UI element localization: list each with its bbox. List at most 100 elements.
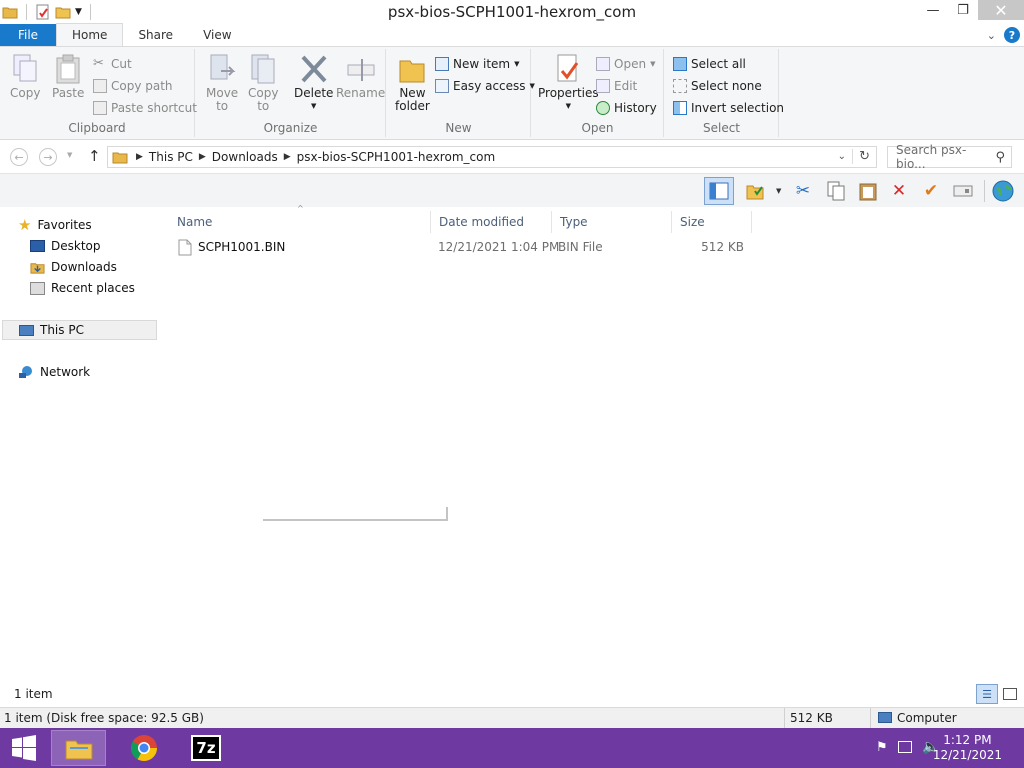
tab-share[interactable]: Share: [123, 24, 188, 46]
copy-path-icon: [93, 79, 107, 93]
action-center-flag-icon[interactable]: ⚑: [876, 740, 888, 755]
new-item-button[interactable]: New item ▼: [435, 55, 520, 73]
computer-icon: [878, 712, 892, 723]
address-dropdown-icon[interactable]: ⌄: [838, 151, 846, 162]
cut-label: Cut: [111, 57, 132, 71]
status-divider: [870, 708, 871, 729]
delete-label: Delete: [294, 86, 334, 100]
desktop-icon: [30, 240, 45, 252]
checkmark-icon: ✔: [923, 181, 939, 201]
history-button[interactable]: History: [596, 99, 657, 117]
seven-zip-label: 7z: [196, 739, 216, 757]
expand-ribbon-icon[interactable]: ⌄: [987, 29, 996, 42]
delete-button[interactable]: Delete ▼: [294, 53, 333, 113]
cut-button[interactable]: ✂ Cut: [93, 55, 132, 73]
edit-icon: [596, 79, 610, 93]
column-header-name[interactable]: Name: [169, 211, 431, 233]
tab-file[interactable]: File: [0, 24, 56, 46]
paste-button[interactable]: Paste: [52, 53, 84, 100]
nav-this-pc[interactable]: This PC: [2, 320, 157, 340]
paste-toolbar-button[interactable]: [857, 180, 879, 202]
copy-toolbar-button[interactable]: [825, 180, 847, 202]
close-button[interactable]: ✕: [978, 0, 1024, 20]
forward-button[interactable]: →: [39, 148, 57, 166]
move-to-button[interactable]: Move to: [206, 53, 238, 113]
up-arrow-icon[interactable]: ↑: [88, 147, 101, 165]
nav-recent-places[interactable]: Recent places: [30, 278, 135, 298]
breadcrumb-this-pc[interactable]: This PC: [143, 150, 199, 164]
move-to-icon: [210, 54, 236, 80]
clipboard-group: Copy Paste ✂ Cut Copy path Paste shortcu…: [0, 49, 197, 137]
windows-logo-icon: [12, 735, 36, 761]
breadcrumb-chevron-icon[interactable]: ▶: [199, 152, 206, 162]
folder-check-icon: [746, 185, 764, 200]
nav-favorites-label: Favorites: [37, 218, 92, 232]
nav-downloads[interactable]: Downloads: [30, 257, 117, 277]
copy-icon: [13, 54, 37, 82]
cut-toolbar-button[interactable]: ✂: [792, 180, 814, 202]
copy-path-label: Copy path: [111, 79, 173, 93]
edit-button[interactable]: Edit: [596, 77, 637, 95]
nav-recent-places-label: Recent places: [51, 281, 135, 295]
minimize-button[interactable]: —: [918, 0, 948, 20]
recent-locations-icon[interactable]: ▼: [67, 151, 72, 159]
window-title: psx-bios-SCPH1001-hexrom_com: [387, 3, 637, 21]
select-none-button[interactable]: Select none: [673, 77, 762, 95]
refresh-icon[interactable]: ↻: [852, 149, 870, 164]
breadcrumb-chevron-icon[interactable]: ▶: [284, 152, 291, 162]
properties-toolbar-button[interactable]: [744, 180, 766, 202]
clock[interactable]: 1:12 PM 12/21/2021: [933, 733, 1002, 763]
scissors-icon: ✂: [93, 56, 104, 71]
delete-toolbar-button[interactable]: ✕: [888, 180, 910, 202]
breadcrumb-downloads[interactable]: Downloads: [206, 150, 284, 164]
nav-desktop[interactable]: Desktop: [30, 236, 101, 256]
address-bar[interactable]: ▶ This PC ▶ Downloads ▶ psx-bios-SCPH100…: [107, 146, 877, 168]
tab-home[interactable]: Home: [56, 23, 124, 46]
tab-view[interactable]: View: [188, 24, 246, 46]
help-icon[interactable]: ?: [1004, 27, 1020, 43]
column-header-type-label: Type: [560, 215, 588, 229]
column-header-type[interactable]: Type: [552, 211, 672, 233]
invert-selection-button[interactable]: Invert selection: [673, 99, 784, 117]
toolbar-dropdown-icon[interactable]: ▼: [776, 187, 781, 195]
easy-access-button[interactable]: Easy access ▼: [435, 77, 535, 95]
column-header-date-modified[interactable]: Date modified: [431, 211, 552, 233]
maximize-button[interactable]: ❐: [948, 0, 978, 20]
new-folder-button[interactable]: New folder: [395, 53, 430, 113]
invert-selection-label: Invert selection: [691, 101, 785, 115]
column-header-size[interactable]: Size: [672, 211, 752, 233]
search-input[interactable]: Search psx-bio... ⚲: [887, 143, 1012, 171]
back-button[interactable]: ←: [10, 148, 28, 166]
copy-button[interactable]: Copy: [10, 53, 40, 100]
rename-button[interactable]: Rename: [336, 53, 385, 100]
globe-toolbar-button[interactable]: [992, 180, 1014, 202]
network-tray-icon[interactable]: [898, 741, 912, 753]
breadcrumb-chevron-icon[interactable]: ▶: [136, 152, 143, 162]
start-button[interactable]: [0, 730, 48, 766]
drag-artifact-tick: [446, 507, 448, 521]
select-all-button[interactable]: Select all: [673, 55, 746, 73]
taskbar-7zip[interactable]: 7z: [177, 730, 235, 766]
taskbar-chrome[interactable]: [115, 730, 173, 766]
status-bar-top: 1 item ☰: [0, 681, 1024, 707]
open-icon: [596, 57, 610, 71]
properties-button[interactable]: Properties ▼: [538, 53, 599, 113]
details-view-button[interactable]: ☰: [976, 684, 998, 704]
open-button[interactable]: Open ▼: [596, 55, 655, 73]
organize-group-label: Organize: [263, 121, 318, 135]
breadcrumb-current-folder[interactable]: psx-bios-SCPH1001-hexrom_com: [291, 150, 502, 164]
rename-toolbar-button[interactable]: [952, 180, 974, 202]
copy-path-button[interactable]: Copy path: [93, 77, 173, 95]
nav-network[interactable]: Network: [18, 362, 90, 382]
file-list: ^ Name Date modified Type Size SCPH1001.…: [160, 204, 1024, 681]
taskbar-file-explorer[interactable]: [51, 730, 106, 766]
copy-to-button[interactable]: Copy to: [248, 53, 278, 113]
paste-shortcut-button[interactable]: Paste shortcut: [93, 99, 197, 117]
large-icons-view-button[interactable]: [1000, 684, 1020, 704]
nav-desktop-label: Desktop: [51, 239, 101, 253]
check-toolbar-button[interactable]: ✔: [920, 180, 942, 202]
nav-favorites[interactable]: ★ Favorites: [18, 215, 92, 235]
clock-date: 12/21/2021: [932, 748, 1002, 762]
file-row[interactable]: SCPH1001.BIN 12/21/2021 1:04 PM BIN File…: [174, 237, 754, 259]
preview-pane-button[interactable]: [704, 177, 734, 205]
